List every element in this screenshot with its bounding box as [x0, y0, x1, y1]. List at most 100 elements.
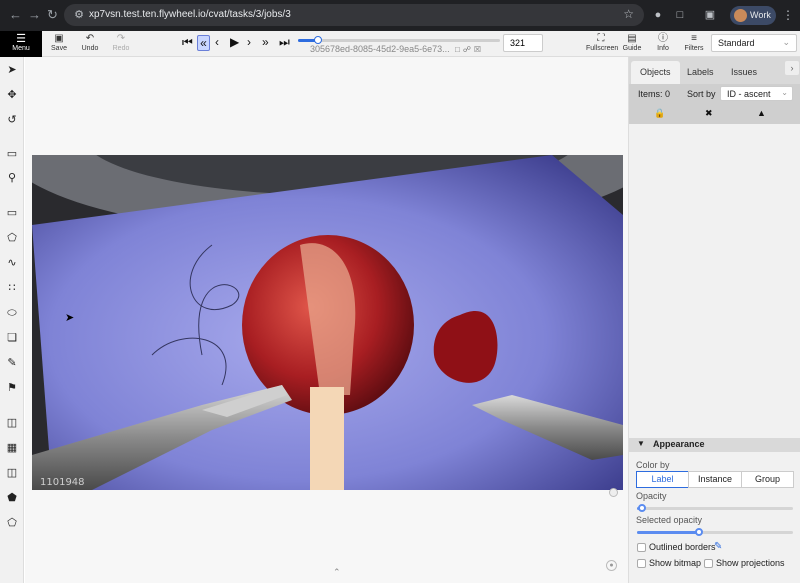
tab-objects[interactable]: Objects — [631, 61, 680, 84]
opacity-slider[interactable] — [637, 504, 793, 512]
fit-image-icon[interactable]: ▭ — [4, 146, 20, 162]
cuboid-tool-icon[interactable]: ❏ — [4, 330, 20, 346]
save-label: Save — [51, 45, 67, 52]
frame-slider-handle[interactable] — [314, 36, 322, 44]
extension-icon[interactable]: ● — [651, 8, 665, 22]
appearance-title: Appearance — [653, 439, 705, 449]
frame-number-input[interactable] — [503, 34, 543, 52]
tab-labels[interactable]: Labels — [678, 61, 723, 84]
address-bar[interactable]: ⚙ xp7vsn.test.ten.flywheel.io/cvat/tasks… — [64, 4, 644, 26]
save-icon: ▣ — [54, 33, 64, 44]
surgical-video-frame[interactable]: 1101948 — [32, 155, 623, 490]
chevron-down-icon: ▼ — [637, 439, 645, 448]
first-frame-icon[interactable]: ⏮ — [182, 35, 193, 49]
opacity-label: Opacity — [636, 491, 667, 501]
pencil-icon[interactable]: ✎ — [714, 541, 722, 552]
bookmark-star-icon[interactable]: ☆ — [623, 7, 634, 21]
play-icon[interactable]: ▶ — [230, 35, 239, 49]
show-bitmap-checkbox[interactable] — [637, 559, 646, 568]
puzzle-icon[interactable]: □ — [673, 8, 687, 22]
browser-menu-icon[interactable]: ⋮ — [782, 8, 794, 22]
profile-name: Work — [750, 10, 771, 20]
reload-icon[interactable]: ↻ — [47, 8, 58, 22]
outlined-borders-label: Outlined borders — [649, 542, 716, 552]
merge-tool-icon[interactable]: ◫ — [4, 415, 20, 431]
show-projections-checkbox[interactable] — [704, 559, 713, 568]
ellipse-tool-icon[interactable]: ⬭ — [4, 305, 20, 321]
tab-scroll-icon[interactable]: › — [785, 61, 799, 75]
sort-select[interactable]: ID - ascent ⌄ — [720, 86, 793, 101]
chevron-up-icon[interactable]: ⌃ — [333, 567, 341, 578]
canvas-settings-icon[interactable]: ● — [606, 560, 617, 571]
show-projections-label: Show projections — [716, 558, 785, 568]
profile-button[interactable]: Work — [730, 6, 776, 25]
color-by-selector: Label Instance Group — [636, 471, 794, 488]
collapse-all-icon[interactable]: ▲ — [757, 108, 766, 118]
fullscreen-button[interactable]: ⛶ Fullscreen — [586, 33, 619, 52]
cursor-tool-icon[interactable]: ➤ — [4, 62, 20, 78]
guide-icon: ▤ — [627, 33, 637, 44]
filters-button[interactable]: ≡ Filters — [679, 33, 709, 52]
selected-opacity-label: Selected opacity — [636, 515, 703, 525]
tag-tool-icon[interactable]: ⚑ — [4, 380, 20, 396]
info-button[interactable]: ⓘ Info — [648, 33, 678, 52]
brush-tool-icon[interactable]: ✎ — [4, 355, 20, 371]
annotation-canvas[interactable]: 1101948 — [25, 57, 628, 583]
points-tool-icon[interactable]: ∷ — [4, 280, 20, 296]
back-icon[interactable]: ← — [9, 8, 22, 22]
last-frame-icon[interactable]: ⏭ — [279, 35, 290, 49]
hide-all-icon[interactable]: ✖ — [705, 108, 713, 119]
move-tool-icon[interactable]: ✥ — [4, 87, 20, 103]
outlined-borders-checkbox[interactable] — [637, 543, 646, 552]
workspace-select[interactable]: Standard ⌄ — [711, 34, 797, 52]
sort-value: ID - ascent — [727, 89, 771, 99]
mask-tool-icon[interactable]: ⬟ — [4, 490, 20, 506]
chevron-down-icon: ⌄ — [781, 88, 788, 97]
redo-label: Redo — [112, 45, 130, 52]
color-by-label-option[interactable]: Label — [636, 471, 689, 488]
color-by-instance-option[interactable]: Instance — [688, 471, 742, 488]
split-tool-icon[interactable]: ◫ — [4, 465, 20, 481]
frame-filename: 305678ed-8085-45d2-9ea5-6e73... — [310, 44, 450, 54]
hamburger-icon: ☰ — [16, 33, 26, 45]
opacity-slider-handle[interactable] — [638, 504, 646, 512]
menu-label: Menu — [12, 45, 30, 52]
next-frame-icon[interactable]: › — [247, 35, 251, 49]
guide-button[interactable]: ▤ Guide — [617, 33, 647, 52]
copy-icon[interactable]: □☍☒ — [455, 45, 484, 54]
rotate-tool-icon[interactable]: ↺ — [4, 112, 20, 128]
appearance-header[interactable]: ▼ Appearance — [629, 438, 800, 452]
workspace-value: Standard — [718, 38, 755, 48]
undo-button[interactable]: ↶ Undo — [75, 33, 105, 52]
polyline-tool-icon[interactable]: ∿ — [4, 255, 20, 271]
redo-button[interactable]: ↷ Redo — [106, 33, 136, 52]
selected-opacity-slider-fill — [637, 531, 699, 534]
previous-frame-icon[interactable]: ‹ — [215, 35, 219, 49]
site-info-icon[interactable]: ⚙ — [72, 8, 86, 22]
info-icon: ⓘ — [658, 33, 668, 44]
lock-all-icon[interactable]: 🔒 — [654, 108, 665, 119]
filters-label: Filters — [684, 45, 704, 52]
rectangle-tool-icon[interactable]: ▭ — [4, 205, 20, 221]
frame-slider[interactable] — [298, 36, 500, 44]
color-by-group-option[interactable]: Group — [741, 471, 794, 488]
back-multiple-icon[interactable]: « — [197, 35, 210, 51]
save-button[interactable]: ▣ Save — [44, 33, 74, 52]
sidebar-tabs: Objects Labels Issues › — [629, 57, 800, 84]
group-tool-icon[interactable]: ▦ — [4, 440, 20, 456]
forward-icon[interactable]: → — [28, 8, 41, 22]
menu-button[interactable]: ☰ Menu — [0, 31, 42, 57]
color-by-label: Color by — [636, 460, 670, 470]
zoom-region-icon[interactable]: ⚲ — [4, 170, 20, 186]
forward-multiple-icon[interactable]: » — [262, 35, 269, 49]
canvas-resize-handle[interactable] — [609, 488, 618, 497]
fullscreen-label: Fullscreen — [586, 45, 619, 52]
polygon-tool-icon[interactable]: ⬠ — [4, 230, 20, 246]
info-label: Info — [657, 45, 669, 52]
selected-opacity-slider[interactable] — [637, 528, 793, 536]
avatar — [734, 9, 747, 22]
selected-opacity-slider-handle[interactable] — [695, 528, 703, 536]
shape-tool-icon[interactable]: ⬠ — [4, 515, 20, 531]
tab-issues[interactable]: Issues — [722, 61, 766, 84]
sidepanel-icon[interactable]: ▣ — [703, 8, 717, 22]
